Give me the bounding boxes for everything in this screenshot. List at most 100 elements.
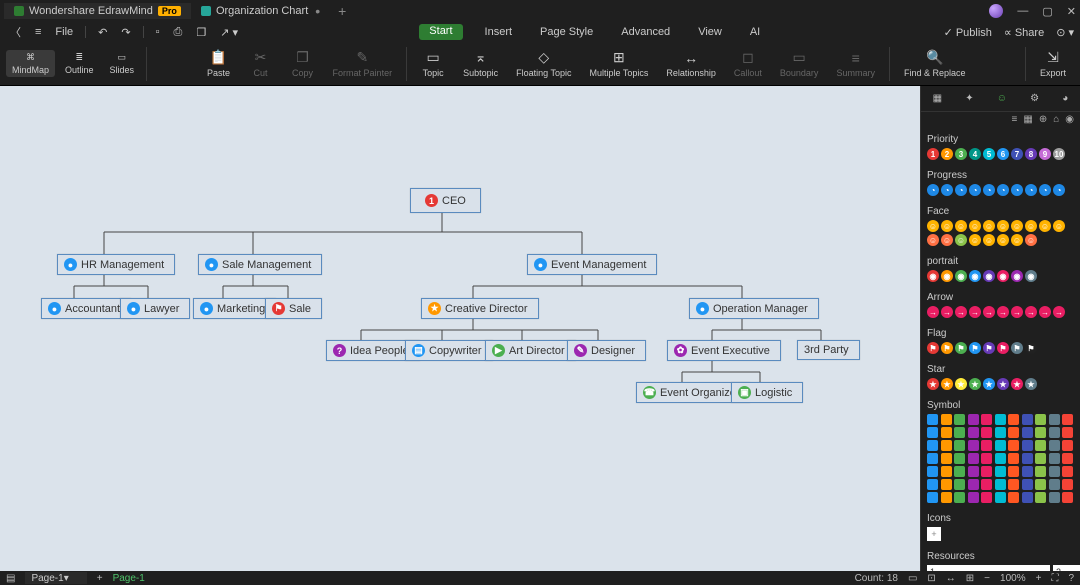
face-dot[interactable]: ☺ bbox=[1025, 220, 1037, 232]
symbol-tile[interactable] bbox=[927, 479, 938, 490]
face-dot[interactable]: ☺ bbox=[941, 220, 953, 232]
symbol-tile[interactable] bbox=[954, 466, 965, 477]
face-dot[interactable]: ☺ bbox=[1053, 220, 1065, 232]
tab-page-style[interactable]: Page Style bbox=[534, 24, 599, 40]
palette-dot[interactable]: ◉ bbox=[997, 270, 1009, 282]
symbol-tile[interactable] bbox=[1022, 479, 1033, 490]
view-outline[interactable]: ≣Outline bbox=[59, 50, 100, 77]
topic-button[interactable]: ▭Topic bbox=[413, 47, 453, 80]
share-button[interactable]: ∝ Share bbox=[1004, 26, 1044, 39]
symbol-tile[interactable] bbox=[1062, 466, 1073, 477]
symbol-tile[interactable] bbox=[927, 492, 938, 503]
tab-insert[interactable]: Insert bbox=[479, 24, 519, 40]
face-dot[interactable]: ☺ bbox=[927, 220, 939, 232]
tab-view[interactable]: View bbox=[692, 24, 728, 40]
node-event-exec[interactable]: ✿ Event Executive bbox=[667, 340, 781, 361]
status-icon-2[interactable]: ⊡ bbox=[927, 573, 935, 584]
node-3rd-party[interactable]: 3rd Party bbox=[797, 340, 860, 360]
export-button[interactable]: ⇲Export bbox=[1032, 47, 1074, 80]
tab-ai[interactable]: AI bbox=[744, 24, 766, 40]
palette-dot[interactable]: ◉ bbox=[983, 270, 995, 282]
symbol-tile[interactable] bbox=[927, 414, 938, 425]
zoom-out-button[interactable]: − bbox=[984, 573, 990, 584]
symbol-tile[interactable] bbox=[927, 466, 938, 477]
subtopic-button[interactable]: ⌅Subtopic bbox=[455, 47, 506, 80]
palette-dot[interactable]: → bbox=[983, 306, 995, 318]
symbol-tile[interactable] bbox=[1022, 492, 1033, 503]
palette-dot[interactable]: ◔ bbox=[941, 184, 953, 196]
palette-dot[interactable]: ★ bbox=[1025, 378, 1037, 390]
tab-start[interactable]: Start bbox=[419, 24, 462, 40]
face-dot[interactable]: ☺ bbox=[1039, 220, 1051, 232]
home-icon[interactable]: ⌂ bbox=[1053, 114, 1059, 128]
avatar[interactable] bbox=[989, 4, 1003, 18]
palette-dot[interactable]: ⚑ bbox=[983, 342, 995, 354]
palette-dot[interactable]: 4 bbox=[969, 148, 981, 160]
symbol-tile[interactable] bbox=[995, 479, 1006, 490]
face-dot[interactable]: ☺ bbox=[955, 234, 967, 246]
palette-dot[interactable]: ◔ bbox=[1025, 184, 1037, 196]
symbol-tile[interactable] bbox=[968, 414, 979, 425]
symbol-tile[interactable] bbox=[1008, 427, 1019, 438]
maximize-icon[interactable]: ▢ bbox=[1042, 5, 1052, 18]
minimize-icon[interactable]: — bbox=[1017, 5, 1028, 17]
save-icon[interactable]: ▫ bbox=[152, 26, 164, 38]
face-dot[interactable]: ☺ bbox=[983, 234, 995, 246]
palette-dot[interactable]: ◔ bbox=[955, 184, 967, 196]
panel-tab-gear-icon[interactable]: ⚙ bbox=[1027, 90, 1042, 107]
symbol-tile[interactable] bbox=[1062, 440, 1073, 451]
palette-dot[interactable]: 2 bbox=[941, 148, 953, 160]
symbol-tile[interactable] bbox=[1035, 414, 1046, 425]
palette-dot[interactable]: ★ bbox=[955, 378, 967, 390]
symbol-tile[interactable] bbox=[954, 492, 965, 503]
palette-dot[interactable]: ★ bbox=[983, 378, 995, 390]
tab-advanced[interactable]: Advanced bbox=[615, 24, 676, 40]
symbol-tile[interactable] bbox=[995, 466, 1006, 477]
node-ceo[interactable]: 1 CEO bbox=[410, 188, 481, 213]
format-painter-button[interactable]: ✎Format Painter bbox=[325, 47, 401, 80]
document-tab[interactable]: Organization Chart • bbox=[191, 1, 330, 21]
grid-icon[interactable]: ▦ bbox=[1023, 114, 1032, 128]
symbol-tile[interactable] bbox=[995, 492, 1006, 503]
multiple-topics-button[interactable]: ⊞Multiple Topics bbox=[581, 47, 656, 80]
symbol-tile[interactable] bbox=[1049, 492, 1060, 503]
symbol-tile[interactable] bbox=[1008, 453, 1019, 464]
page-selector[interactable]: Page-1 ▾ bbox=[25, 572, 86, 584]
node-sale[interactable]: ⚑ Sale bbox=[265, 298, 322, 319]
palette-dot[interactable]: → bbox=[1039, 306, 1051, 318]
symbol-tile[interactable] bbox=[968, 479, 979, 490]
palette-dot[interactable]: 7 bbox=[1011, 148, 1023, 160]
symbol-tile[interactable] bbox=[968, 492, 979, 503]
undo-button[interactable]: ↶ bbox=[94, 26, 111, 39]
view-mindmap[interactable]: ⌘MindMap bbox=[6, 50, 55, 77]
view-slides[interactable]: ▭Slides bbox=[104, 50, 141, 77]
face-dot[interactable]: ☺ bbox=[1011, 220, 1023, 232]
node-designer[interactable]: ✎ Designer bbox=[567, 340, 646, 361]
palette-dot[interactable]: 9 bbox=[1039, 148, 1051, 160]
symbol-tile[interactable] bbox=[1062, 414, 1073, 425]
palette-dot[interactable]: ◉ bbox=[941, 270, 953, 282]
menu-icon[interactable]: ≡ bbox=[31, 26, 45, 38]
palette-dot[interactable]: → bbox=[1011, 306, 1023, 318]
face-dot[interactable]: ☺ bbox=[955, 220, 967, 232]
status-icon-3[interactable]: ↔ bbox=[946, 573, 956, 584]
relationship-button[interactable]: ↔Relationship bbox=[658, 47, 724, 80]
node-logistic[interactable]: ▣ Logistic bbox=[731, 382, 803, 403]
symbol-tile[interactable] bbox=[981, 466, 992, 477]
symbol-tile[interactable] bbox=[941, 479, 952, 490]
palette-dot[interactable]: ◔ bbox=[983, 184, 995, 196]
fullscreen-icon[interactable]: ⛶ bbox=[1051, 573, 1058, 584]
symbol-tile[interactable] bbox=[1008, 492, 1019, 503]
new-tab-button[interactable]: + bbox=[330, 3, 354, 19]
symbol-tile[interactable] bbox=[1035, 492, 1046, 503]
symbol-tile[interactable] bbox=[941, 466, 952, 477]
symbol-tile[interactable] bbox=[1049, 414, 1060, 425]
pages-icon[interactable]: ▤ bbox=[6, 573, 15, 584]
panel-tab-grid-icon[interactable]: ▦ bbox=[930, 90, 945, 107]
palette-dot[interactable]: ★ bbox=[927, 378, 939, 390]
symbol-tile[interactable] bbox=[941, 492, 952, 503]
symbol-tile[interactable] bbox=[1035, 479, 1046, 490]
file-menu[interactable]: File bbox=[51, 26, 77, 38]
palette-dot[interactable]: → bbox=[1053, 306, 1065, 318]
symbol-tile[interactable] bbox=[995, 440, 1006, 451]
